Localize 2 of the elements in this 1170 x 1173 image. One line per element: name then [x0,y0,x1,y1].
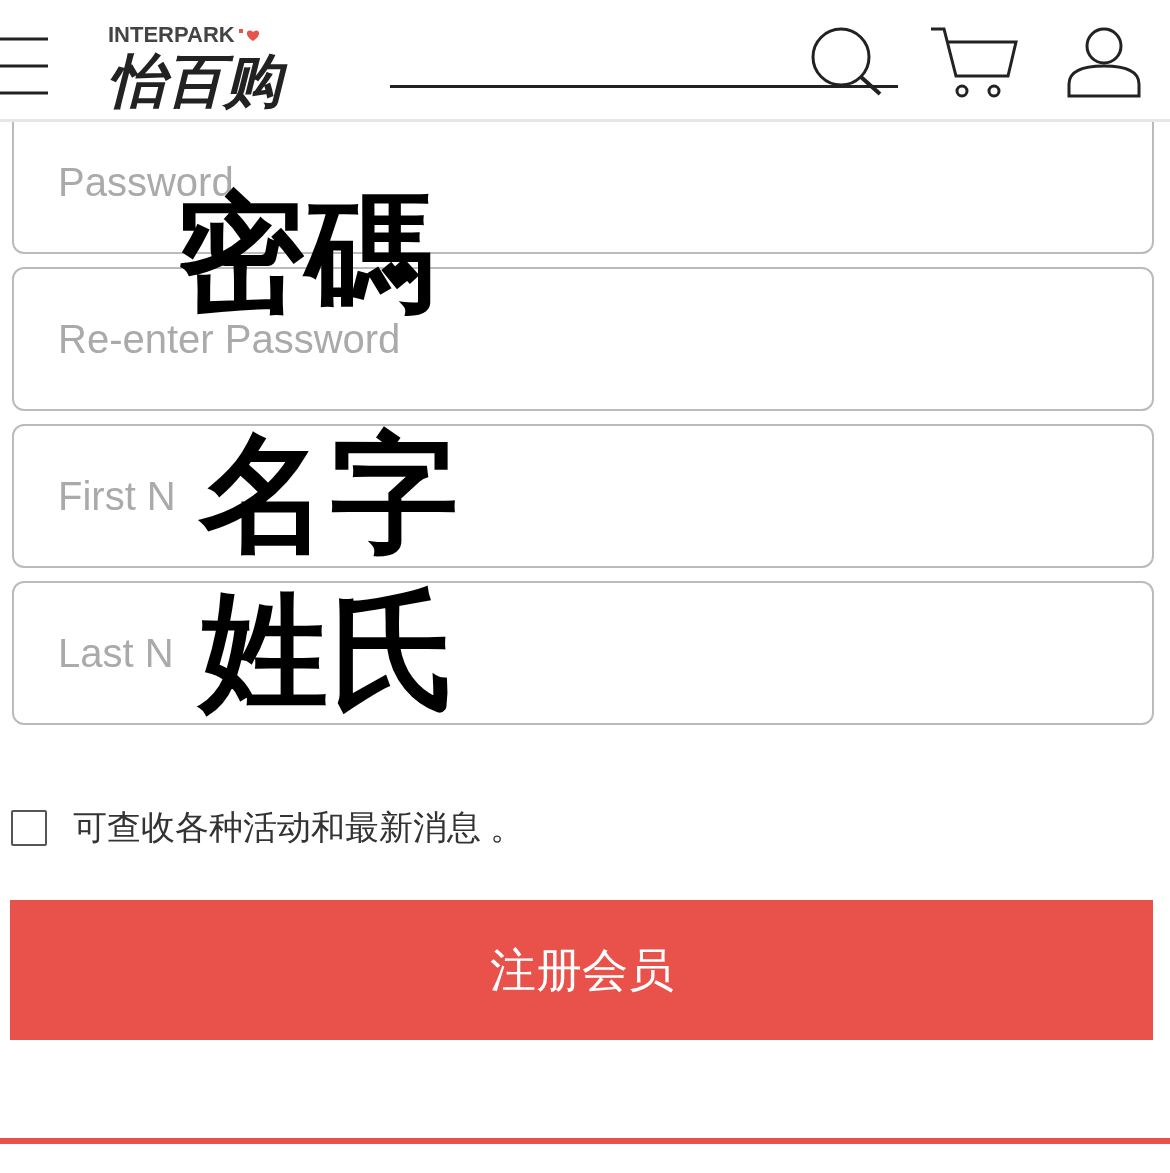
checkbox-label: 可查收各种活动和最新消息 。 [73,807,525,848]
brand-wordmark: INTERPARK [108,24,235,46]
